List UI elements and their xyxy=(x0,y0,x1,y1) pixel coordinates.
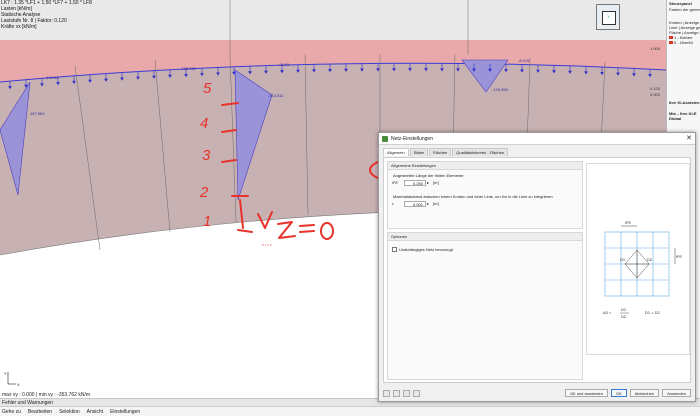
tab-members[interactable]: Stäbe xyxy=(409,148,429,156)
menu-bar: Gehe zu Bearbeiten Selektion Ansicht Ein… xyxy=(0,406,700,416)
mesh-settings-dialog: Netz-Einstellungen ✕ Allgemein Stäbe Flä… xyxy=(378,132,696,402)
independent-mesh-checkbox[interactable] xyxy=(392,247,397,252)
value-label: 157.963 xyxy=(30,111,45,116)
dialog-title: Netz-Einstellungen xyxy=(391,135,433,142)
mesh-preview-graphic: lFE lFE D1 D2 Δ0 = D1 D2 D1 > D2 xyxy=(586,163,690,355)
preview-formula-num: D1 xyxy=(621,307,627,312)
independent-mesh-option[interactable]: Unabhängiges Netz bevorzugt xyxy=(392,247,453,252)
value-label: -176.950 xyxy=(492,87,509,92)
control-panel-line: Farben der generi xyxy=(669,7,700,12)
value-label: -28.31 xyxy=(278,62,290,67)
view-cube-label: ·Y xyxy=(606,14,610,19)
assistant-brand: Dlubal xyxy=(669,116,682,121)
mesh-sketch: lFE lFE D1 D2 Δ0 = D1 D2 D1 > D2 xyxy=(603,220,682,319)
dialog-footer: OK und anwenden OK Abbrechen Anwenden xyxy=(383,387,691,399)
menu-item-selection[interactable]: Selektion xyxy=(59,409,80,415)
value-label: -135.761 xyxy=(180,66,197,71)
options-group: Optionen Unabhängiges Netz bevorzugt xyxy=(387,232,583,380)
value-label: -6.6 kN xyxy=(45,75,58,80)
tab-quality-criteria[interactable]: Qualitätskriterien - Flächen xyxy=(452,148,509,156)
tab-general[interactable]: Allgemein xyxy=(383,148,409,156)
menu-item-settings[interactable]: Einstellungen xyxy=(110,409,140,415)
scale-label: 0.000 xyxy=(650,92,661,97)
close-icon[interactable]: ✕ xyxy=(683,134,695,144)
svg-text:Y: Y xyxy=(4,371,7,376)
result-info: LK7 : 1.35 *LF1 + 1.50 *LF7 + 1.50 * LF8… xyxy=(1,0,92,30)
group-title: Allgemeine Einstellungen xyxy=(388,162,582,170)
max-distance-symbol: ε xyxy=(392,201,394,206)
save-icon[interactable] xyxy=(393,389,400,397)
target-length-symbol: lFE xyxy=(392,180,398,185)
info-icon[interactable] xyxy=(383,389,390,397)
svg-text:X: X xyxy=(17,382,20,387)
target-length-input[interactable]: 0.250 xyxy=(404,180,426,186)
scale-label: 0.120 xyxy=(650,86,661,91)
cancel-button[interactable]: Abbrechen xyxy=(629,389,660,397)
scale-label: 1.000 xyxy=(650,46,661,51)
checkbox-label: Unabhängiges Netz bevorzugt xyxy=(399,247,453,252)
preview-formula-right: D1 > D2 xyxy=(645,310,661,315)
menu-item-view[interactable]: Ansicht xyxy=(87,409,103,415)
legend-item: 5 - Überfül xyxy=(667,40,700,45)
ok-button[interactable]: OK xyxy=(610,389,627,397)
apply-button[interactable]: Anwenden xyxy=(662,389,691,397)
preview-d1: D1 xyxy=(620,257,626,262)
preview-side-dim: lFE xyxy=(676,254,682,259)
tab-surfaces[interactable]: Flächen xyxy=(429,148,452,156)
control-panel-title: Steuerpanel xyxy=(669,1,692,6)
max-distance-label: Maximalabstand zwischen einem Knoten und… xyxy=(393,194,553,199)
info-line: Kräfte vx [kN/m] xyxy=(1,24,37,30)
dialog-tabs: Allgemein Stäbe Flächen Qualitätskriteri… xyxy=(379,145,695,156)
dialog-titlebar[interactable]: Netz-Einstellungen ✕ xyxy=(379,133,695,145)
group-title: Optionen xyxy=(388,233,582,241)
max-distance-unit: [m] xyxy=(433,201,439,206)
legend-swatch xyxy=(669,41,673,45)
preview-d2: D2 xyxy=(647,257,653,262)
stepper-icon[interactable]: ▸ xyxy=(427,180,429,185)
menu-item-edit[interactable]: Bearbeiten xyxy=(28,409,52,415)
legend-label: 5 - Überfül xyxy=(674,40,693,45)
preview-formula-den: D2 xyxy=(621,314,627,319)
stepper-icon[interactable]: ▸ xyxy=(427,201,429,206)
menu-item-goto[interactable]: Gehe zu xyxy=(2,409,21,415)
value-label: -8.976 xyxy=(518,58,530,63)
legend-swatch xyxy=(669,36,673,40)
open-icon[interactable] xyxy=(403,389,410,397)
view-cube[interactable]: ·Y xyxy=(596,4,620,30)
ok-apply-button[interactable]: OK und anwenden xyxy=(564,389,608,397)
preview-top-dim: lFE xyxy=(625,220,631,225)
settings-icon[interactable] xyxy=(413,389,420,397)
app-icon xyxy=(382,135,388,142)
target-length-label: Angestrebte Länge der finiten Elemente xyxy=(393,173,464,178)
max-distance-input[interactable]: 0.001 xyxy=(404,201,426,207)
assistant-title: Ihre KI-Assisten xyxy=(669,100,700,105)
target-length-unit: [m] xyxy=(433,180,439,185)
dialog-body: Allgemeine Einstellungen Angestrebte Län… xyxy=(383,157,691,383)
value-label: -313.511 xyxy=(268,93,284,98)
preview-formula-left: Δ0 = xyxy=(603,310,612,315)
general-settings-group: Allgemeine Einstellungen Angestrebte Län… xyxy=(387,161,583,229)
